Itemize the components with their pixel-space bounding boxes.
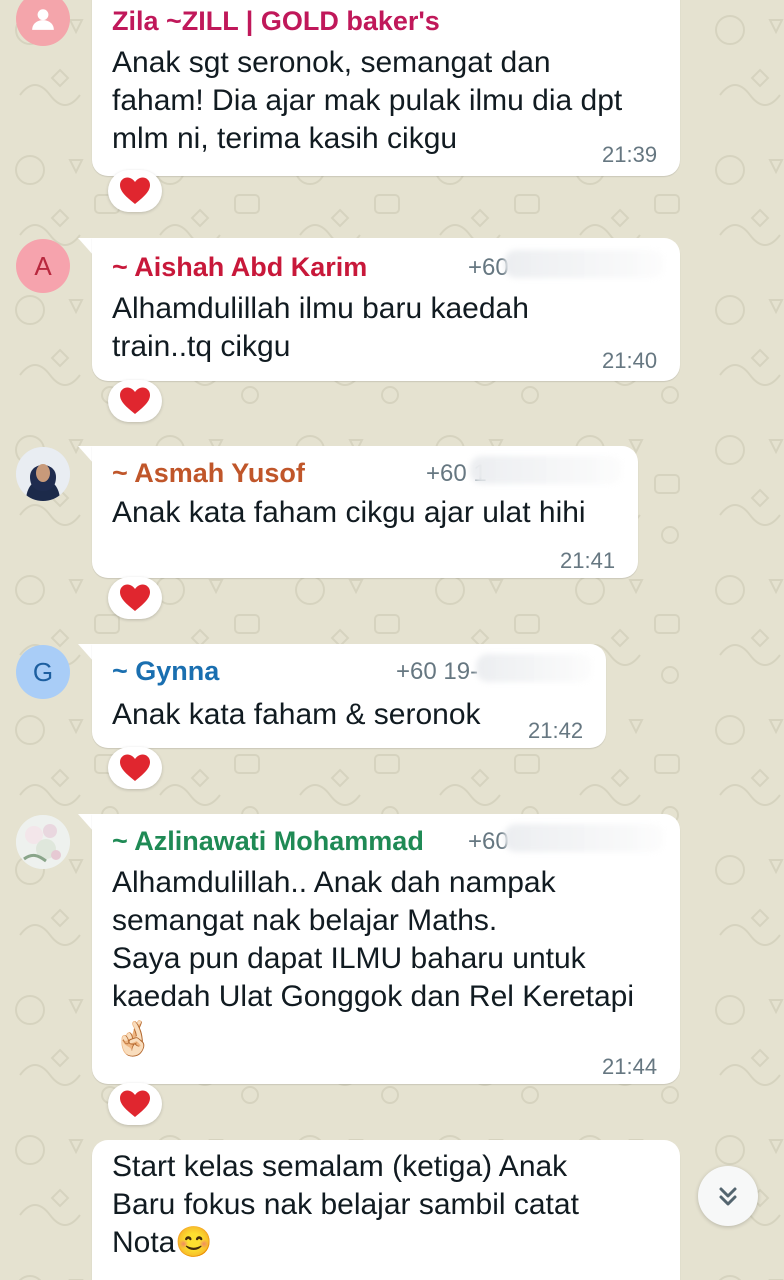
scroll-to-bottom-button[interactable] [698,1166,758,1226]
phone-redaction [504,824,664,852]
message-bubble[interactable]: ~ Asmah Yusof +60 1 Anak kata faham cikg… [92,446,638,578]
avatar-letter: G [32,656,54,687]
sender-name[interactable]: ~ Azlinawati Mohammad [112,826,424,857]
avatar[interactable]: A [16,239,70,293]
reaction-badge[interactable] [108,577,162,619]
message-bubble[interactable]: ~ Aishah Abd Karim +60 Alhamdulillah ilm… [92,238,680,381]
avatar-letter: A [34,250,52,281]
message-time: 21:42 [528,718,584,743]
reaction-badge[interactable] [108,1083,162,1125]
message-emoji: 🤞🏻 [112,1020,155,1058]
sender-name[interactable]: Zila ~ZILL | GOLD baker's [112,6,440,37]
profile-photo [16,815,70,869]
heart-icon [120,1090,150,1117]
message-text: Anak kata faham & seronok [112,698,481,731]
sender-name[interactable]: ~ Asmah Yusof [112,458,305,489]
avatar[interactable]: G [16,645,70,699]
heart-icon [120,177,150,204]
message-bubble[interactable]: ~ Gynna +60 19- Anak kata faham & serono… [92,644,606,748]
message-time: 21:41 [560,548,616,573]
reaction-badge[interactable] [108,747,162,789]
phone-redaction [476,654,592,682]
message-text: Alhamdulillah ilmu baru kaedah train..tq… [112,292,529,363]
heart-icon [120,387,150,414]
message-text: Anak sgt seronok, semangat dan faham! Di… [112,46,623,155]
reaction-badge[interactable] [108,170,162,212]
message-bubble[interactable]: Start kelas semalam (ketiga) Anak Baru f… [92,1140,680,1280]
message-bubble[interactable]: Zila ~ZILL | GOLD baker's Anak sgt seron… [92,0,680,176]
sender-phone: +60 [468,254,509,281]
sender-name[interactable]: ~ Gynna [112,656,219,687]
sender-phone: +60 19- [396,658,479,685]
message-time: 21:44 [602,1054,658,1079]
reaction-badge[interactable] [108,380,162,422]
message-text: Alhamdulillah.. Anak dah nampak semangat… [112,866,635,1013]
message-text: Start kelas semalam (ketiga) Anak Baru f… [112,1150,579,1259]
default-person-icon [32,9,54,30]
sender-phone: +60 [468,828,509,855]
phone-redaction [504,250,664,278]
profile-photo [16,447,70,501]
message-bubble[interactable]: ~ Azlinawati Mohammad +60 Alhamdulillah.… [92,814,680,1084]
phone-redaction [470,456,622,484]
avatar[interactable] [16,447,70,501]
avatar[interactable] [16,815,70,869]
double-chevron-down-icon [719,1187,737,1206]
heart-icon [120,754,150,781]
message-time: 21:39 [602,142,658,167]
message-time: 21:40 [602,348,658,373]
sender-name[interactable]: ~ Aishah Abd Karim [112,252,367,283]
heart-icon [120,584,150,611]
message-text: Anak kata faham cikgu ajar ulat hihi [112,496,586,529]
